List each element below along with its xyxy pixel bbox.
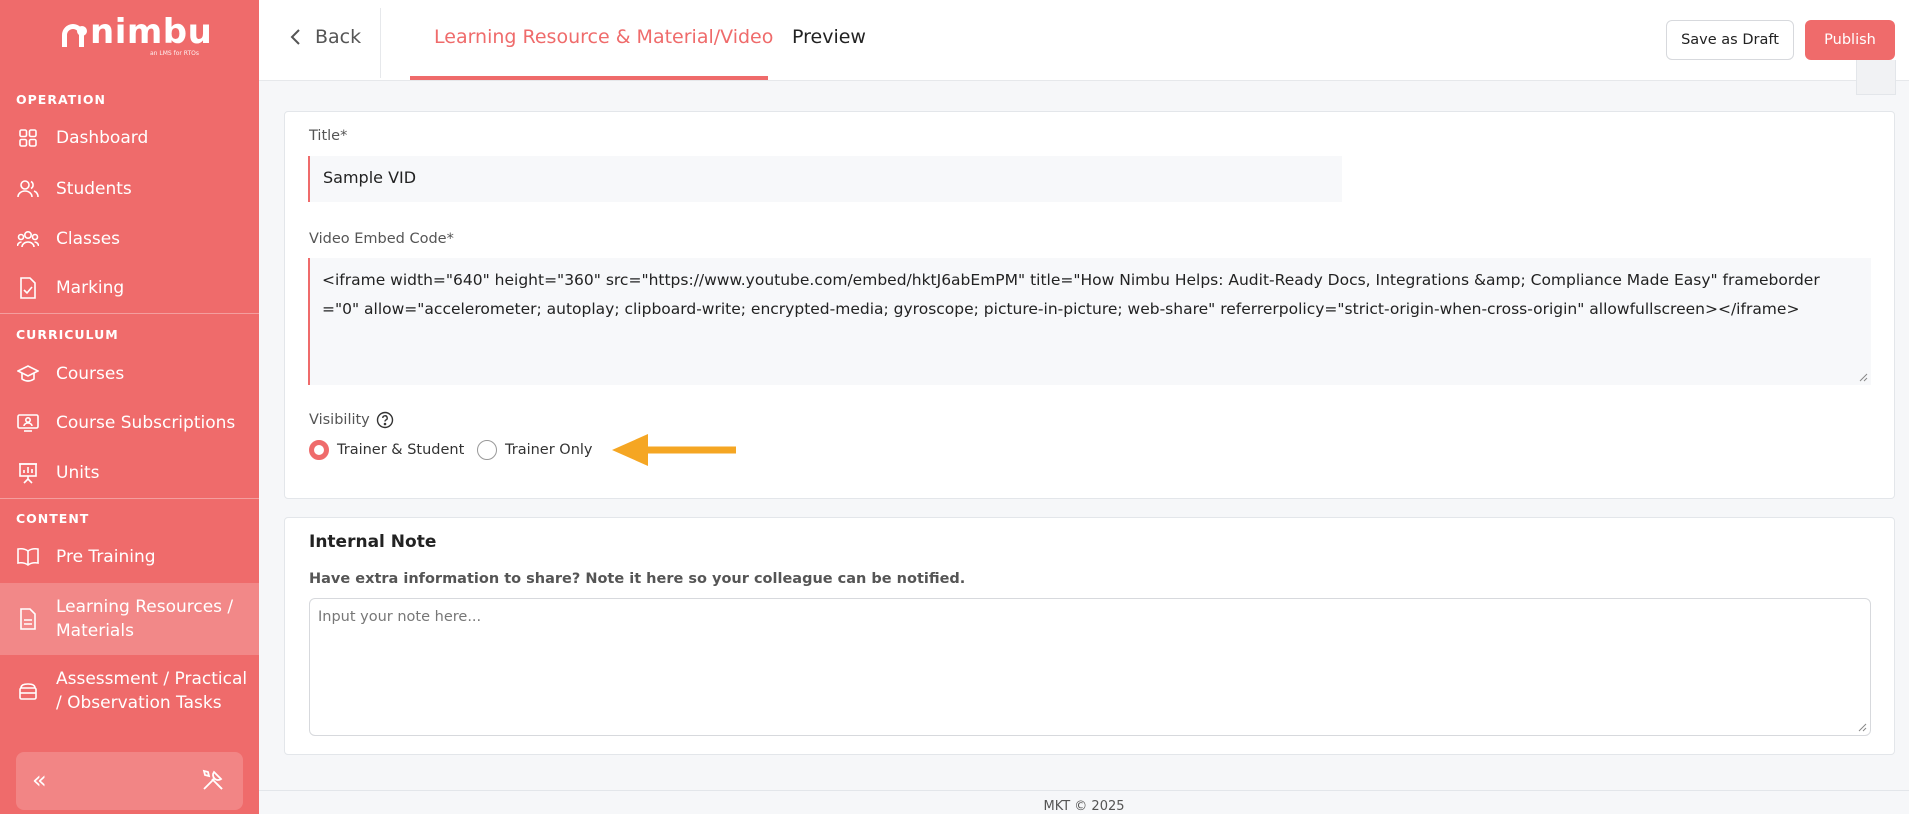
- tools-icon[interactable]: [201, 768, 225, 796]
- layers-icon: [17, 680, 39, 702]
- sidebar-item-pre-training[interactable]: Pre Training: [0, 543, 259, 571]
- users-icon: [17, 178, 39, 200]
- group-icon: [17, 228, 39, 250]
- radio-label: Trainer Only: [505, 442, 593, 458]
- resize-handle-icon[interactable]: [1858, 372, 1868, 382]
- section-divider: [0, 498, 259, 499]
- tab-preview[interactable]: Preview: [792, 26, 866, 48]
- title-value: Sample VID: [323, 168, 417, 187]
- sidebar-item-label: Courses: [56, 364, 125, 384]
- note-placeholder: Input your note here...: [318, 609, 482, 625]
- resize-handle-icon[interactable]: [1857, 722, 1867, 732]
- internal-note-help: Have extra information to share? Note it…: [309, 571, 966, 587]
- section-content: CONTENT: [16, 511, 90, 526]
- radio-trainer-only[interactable]: [477, 440, 497, 460]
- title-input[interactable]: Sample VID: [308, 156, 1342, 202]
- back-label: Back: [315, 26, 362, 48]
- internal-note-title: Internal Note: [309, 532, 437, 552]
- sidebar-item-label: Assessment / Practical / Observation Tas…: [56, 669, 248, 713]
- sidebar-item-units[interactable]: Units: [0, 459, 259, 487]
- tab-learning-resource[interactable]: Learning Resource & Material/Video: [434, 26, 773, 48]
- sidebar-footer: «: [16, 752, 243, 810]
- embed-code-value: <iframe width="640" height="360" src="ht…: [322, 271, 1820, 318]
- internal-note-textarea[interactable]: Input your note here...: [309, 598, 1871, 736]
- sidebar-item-students[interactable]: Students: [0, 175, 259, 203]
- sidebar-item-courses[interactable]: Courses: [0, 360, 259, 388]
- sidebar-item-label: Classes: [56, 229, 121, 249]
- presentation-chart-icon: [17, 462, 39, 484]
- help-icon[interactable]: [376, 411, 394, 429]
- footer-divider: [259, 790, 1909, 791]
- embed-code-textarea[interactable]: <iframe width="640" height="360" src="ht…: [308, 258, 1871, 385]
- sidebar-item-label: Units: [56, 463, 100, 483]
- active-tab-indicator: [410, 76, 768, 80]
- cloud-logo-icon: [62, 24, 87, 47]
- sidebar-item-dashboard[interactable]: Dashboard: [0, 124, 259, 152]
- header-divider: [380, 8, 381, 78]
- embed-code-label: Video Embed Code*: [309, 231, 454, 247]
- section-divider: [0, 313, 259, 314]
- save-draft-button[interactable]: Save as Draft: [1666, 20, 1794, 60]
- sidebar-item-marking[interactable]: Marking: [0, 274, 259, 302]
- visibility-heading: Visibility: [309, 411, 394, 429]
- brand-logo[interactable]: nimbu an LMS for RTOs: [0, 0, 259, 80]
- visibility-label: Visibility: [309, 412, 370, 428]
- sidebar-item-assessment-tasks[interactable]: Assessment / Practical / Observation Tas…: [0, 665, 259, 717]
- sidebar-item-label: Dashboard: [56, 128, 149, 148]
- sidebar-item-learning-resources[interactable]: Learning Resources / Materials: [0, 583, 259, 655]
- file-icon: [17, 608, 39, 630]
- sidebar-item-label: Pre Training: [56, 547, 156, 567]
- title-label: Title*: [309, 128, 348, 144]
- back-button[interactable]: Back: [289, 26, 361, 48]
- sidebar-item-label: Learning Resources / Materials: [56, 597, 234, 641]
- visibility-option-trainer-only[interactable]: Trainer Only: [477, 440, 593, 460]
- visibility-option-trainer-student[interactable]: Trainer & Student: [309, 440, 464, 460]
- graduation-cap-icon: [17, 363, 39, 385]
- sidebar-item-course-subscriptions[interactable]: Course Subscriptions: [0, 409, 259, 437]
- sidebar-item-label: Course Subscriptions: [56, 413, 236, 433]
- radio-trainer-student[interactable]: [309, 440, 329, 460]
- arrow-left-annotation-icon: [612, 434, 736, 466]
- chevron-left-icon: [290, 29, 300, 45]
- sidebar-item-label: Students: [56, 179, 132, 199]
- scrolled-card-edge: [1856, 60, 1896, 95]
- collapse-sidebar-icon[interactable]: «: [32, 768, 47, 792]
- brand-tagline: an LMS for RTOs: [150, 50, 200, 57]
- section-curriculum: CURRICULUM: [16, 327, 119, 342]
- book-open-icon: [17, 546, 39, 568]
- sidebar-item-label: Marking: [56, 278, 125, 298]
- publish-button[interactable]: Publish: [1805, 20, 1895, 60]
- document-check-icon: [17, 277, 39, 299]
- monitor-user-icon: [17, 412, 39, 434]
- grid-icon: [17, 127, 39, 149]
- footer-copyright: MKT © 2025: [1043, 799, 1125, 814]
- section-operation: OPERATION: [16, 92, 106, 107]
- radio-label: Trainer & Student: [337, 442, 465, 458]
- brand-name: nimbu: [90, 12, 213, 52]
- sidebar-item-classes[interactable]: Classes: [0, 225, 259, 253]
- sidebar: nimbu an LMS for RTOs OPERATION Dashboar…: [0, 0, 259, 814]
- top-header: Back Learning Resource & Material/Video …: [259, 0, 1909, 81]
